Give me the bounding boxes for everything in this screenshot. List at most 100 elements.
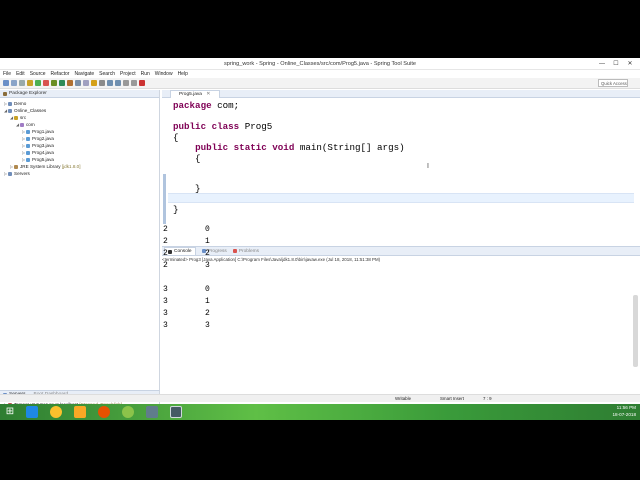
tree-item-prog2[interactable]: ▷ Prog2.java — [22, 135, 54, 142]
new-class-icon[interactable] — [91, 80, 97, 86]
code-line-3[interactable]: public class Prog5 — [173, 121, 272, 132]
tree-item-demo[interactable]: ▷ Demo — [4, 100, 26, 107]
tree-item-label: Online_Classes — [14, 108, 47, 113]
file-explorer-icon[interactable] — [74, 406, 86, 418]
tree-item-servers[interactable]: ▷ Servers — [4, 170, 30, 177]
console-vertical-scrollbar[interactable] — [633, 295, 638, 367]
console-output-col2: 3 — [205, 261, 210, 270]
save-icon[interactable] — [11, 80, 17, 86]
taskbar-date: 18-07-2018 — [612, 412, 637, 417]
source-folder-icon — [14, 115, 18, 120]
tree-item-label: com — [26, 122, 35, 127]
spring-icon[interactable] — [35, 80, 41, 86]
menu-refactor[interactable]: Refactor — [51, 71, 70, 77]
console-view: Console Progress Problems <terminated> P… — [162, 225, 640, 390]
quick-access-input[interactable]: Quick Access — [598, 79, 628, 87]
console-output-col1: 3 — [163, 309, 168, 318]
internet-explorer-icon[interactable] — [26, 406, 38, 418]
new-java-project-icon[interactable] — [75, 80, 81, 86]
tree-item-label: Prog2.java — [32, 136, 54, 141]
ide-window: spring_work - Spring - Online_Classes/sr… — [0, 58, 640, 420]
status-writable: Writable — [395, 396, 412, 401]
maximize-button[interactable]: ☐ — [609, 58, 623, 70]
tree-item-label: src — [20, 115, 27, 120]
project-icon — [8, 101, 12, 106]
menu-edit[interactable]: Edit — [16, 71, 25, 77]
search-icon[interactable] — [99, 80, 105, 86]
print-icon[interactable] — [19, 80, 25, 86]
new-icon[interactable] — [3, 80, 9, 86]
tab-problems-label: Problems — [238, 248, 260, 254]
new-package-icon[interactable] — [83, 80, 89, 86]
tree-item-src[interactable]: ◢ src — [10, 114, 26, 121]
java-file-icon — [26, 143, 30, 148]
run-icon[interactable] — [59, 80, 65, 86]
menu-window[interactable]: Window — [155, 71, 173, 77]
menu-project[interactable]: Project — [120, 71, 136, 77]
package-explorer: Package Explorer ▷ Demo ◢ Online_Classes ◢… — [0, 90, 160, 390]
editor-tab-prog5[interactable]: Prog5.java ✕ — [170, 90, 220, 98]
menu-search[interactable]: Search — [99, 71, 115, 77]
tree-item-label: Demo — [14, 101, 27, 106]
package-explorer-tab[interactable]: Package Explorer — [0, 90, 159, 98]
active-window-icon[interactable] — [170, 406, 182, 418]
stop-icon[interactable] — [43, 80, 49, 86]
main-toolbar — [0, 78, 640, 89]
console-process-label: <terminated> Prog3 [Java Application] C:… — [162, 257, 381, 262]
tab-console[interactable]: Console — [164, 247, 196, 255]
tree-item-prog5[interactable]: ▷ Prog5.java — [22, 156, 54, 163]
code-line-6[interactable]: { — [173, 153, 201, 164]
next-annotation-icon[interactable] — [107, 80, 113, 86]
status-bar: Writable Smart Insert 7 : 9 — [0, 394, 640, 402]
package-icon — [20, 122, 24, 127]
tree-item-jre[interactable]: ▷ JRE System Library [jdk1.8.0] — [10, 163, 81, 170]
boot-dashboard-icon[interactable] — [139, 80, 145, 86]
console-tabrow: Console Progress Problems — [162, 247, 640, 256]
console-output-col2: 1 — [205, 237, 210, 246]
tree-item-online-classes[interactable]: ◢ Online_Classes — [4, 107, 46, 114]
prev-annotation-icon[interactable] — [115, 80, 121, 86]
menu-source[interactable]: Source — [30, 71, 46, 77]
back-icon[interactable] — [123, 80, 129, 86]
external-tools-icon[interactable] — [67, 80, 73, 86]
open-type-icon[interactable] — [27, 80, 33, 86]
tree-item-com[interactable]: ◢ com — [16, 121, 35, 128]
spring-tool-suite-icon[interactable] — [122, 406, 134, 418]
app-icon[interactable] — [146, 406, 158, 418]
tab-console-label: Console — [174, 249, 192, 254]
java-file-icon — [26, 150, 30, 155]
problems-icon — [232, 249, 237, 253]
editor-tabrow: Prog5.java ✕ — [162, 90, 640, 98]
tree-item-prog4[interactable]: ▷ Prog4.java — [22, 149, 54, 156]
title-bar: spring_work - Spring - Online_Classes/sr… — [0, 58, 640, 70]
close-button[interactable]: ✕ — [623, 58, 637, 70]
chrome-icon[interactable] — [50, 406, 62, 418]
package-explorer-title: Package Explorer — [9, 91, 47, 96]
code-line-9[interactable]: } — [173, 183, 201, 194]
console-output-col1: 2 — [163, 261, 168, 270]
code-line-5[interactable]: public static void main(String[] args) — [173, 142, 405, 153]
menu-navigate[interactable]: Navigate — [74, 71, 94, 77]
menu-file[interactable]: File — [3, 71, 11, 77]
tab-problems[interactable]: Problems — [232, 248, 260, 254]
console-output-col1: 3 — [163, 321, 168, 330]
close-tab-icon[interactable]: ✕ — [206, 92, 210, 97]
debug-icon[interactable] — [51, 80, 57, 86]
minimize-button[interactable]: — — [595, 58, 609, 70]
code-line-1[interactable]: package com; — [173, 100, 239, 111]
menu-help[interactable]: Help — [178, 71, 188, 77]
start-button-icon[interactable]: ⊞ — [4, 406, 16, 418]
firefox-icon[interactable] — [98, 406, 110, 418]
code-line-11[interactable]: } — [173, 204, 179, 215]
java-file-icon — [26, 129, 30, 134]
tree-item-prog3[interactable]: ▷ Prog3.java — [22, 142, 54, 149]
tree-item-prog1[interactable]: ▷ Prog1.java — [22, 128, 54, 135]
status-cursor-position: 7 : 9 — [483, 396, 492, 401]
menu-run[interactable]: Run — [141, 71, 150, 77]
console-output-col2: 0 — [205, 285, 210, 294]
change-ruler — [163, 174, 166, 224]
folder-icon — [8, 171, 12, 176]
tree-item-label: Prog5.java — [32, 157, 54, 162]
package-explorer-icon — [3, 91, 7, 96]
forward-icon[interactable] — [131, 80, 137, 86]
